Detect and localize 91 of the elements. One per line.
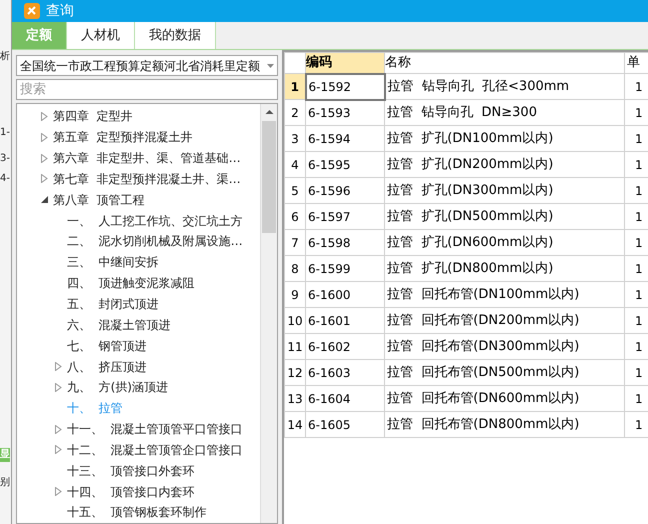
table-cell: 拉管 扩孔(DN800mm以内) — [384, 256, 624, 282]
background-text: 4- — [0, 172, 10, 186]
table-cell: 6-1596 — [306, 178, 384, 204]
table-cell: 拉管 扩孔(DN600mm以内) — [384, 230, 624, 256]
background-text: 析 — [0, 50, 10, 64]
tree-item[interactable]: 第八章 顶管工程 — [53, 190, 145, 209]
tree-item[interactable]: 一、 人工挖工作坑、交汇坑土方 — [67, 212, 243, 230]
library-dropdown[interactable]: 全国统一市政工程预算定额河北省消耗里定额 — [16, 55, 278, 76]
app-logo-icon — [24, 3, 40, 19]
table-cell: 6-1601 — [306, 308, 384, 334]
table-cell: 拉管 扩孔(DN100mm以内) — [384, 126, 624, 152]
table-cell: 6-1600 — [306, 282, 384, 308]
collapsed-triangle-icon[interactable] — [41, 174, 48, 184]
background-text: 别 — [0, 476, 10, 490]
background-text: 3- — [0, 152, 10, 166]
row-number[interactable]: 6 — [284, 204, 306, 230]
tree-item[interactable]: 十四、 顶管接口内套环 — [67, 482, 195, 501]
background-text: 1- — [0, 126, 10, 140]
collapsed-triangle-icon[interactable] — [55, 382, 62, 392]
table-cell: 拉管 回托布管(DN500mm以内) — [384, 360, 624, 386]
collapsed-triangle-icon[interactable] — [41, 112, 48, 121]
tree-item[interactable]: 八、 挤压顶进 — [67, 358, 147, 376]
table-cell: 6-1604 — [306, 386, 384, 412]
table-cell: 拉管 回托布管(DN100mm以内) — [384, 282, 624, 308]
table-cell: 6-1597 — [306, 204, 384, 230]
tree-item[interactable]: 十一、 混凝土管顶管平口管接口 — [67, 420, 243, 438]
scrollbar[interactable] — [260, 104, 277, 523]
table-cell: 拉管 回托布管(DN200mm以内) — [384, 308, 624, 334]
table-cell: 6-1595 — [306, 152, 384, 178]
row-number[interactable]: 11 — [284, 334, 306, 360]
tree-item[interactable]: 十二、 混凝土管顶管企口管接口 — [67, 440, 243, 459]
row-number[interactable]: 7 — [284, 230, 306, 256]
table-cell: 6-1594 — [306, 126, 384, 152]
row-number[interactable]: 2 — [284, 100, 306, 126]
column-header[interactable]: 名称 — [384, 52, 624, 74]
collapsed-triangle-icon[interactable] — [55, 424, 62, 434]
table-cell: 6-1593 — [306, 100, 384, 126]
table-cell: 6-1602 — [306, 334, 384, 360]
row-number[interactable]: 10 — [284, 308, 306, 334]
table-cell: 拉管 回托布管(DN300mm以内) — [384, 334, 624, 360]
expanded-triangle-icon[interactable] — [41, 196, 48, 204]
row-number[interactable]: 8 — [284, 256, 306, 282]
table-cell: 拉管 回托布管(DN800mm以内) — [384, 412, 624, 438]
tree-item[interactable]: 十三、 顶管接口外套环 — [67, 462, 195, 480]
table-cell: 拉管 扩孔(DN300mm以内) — [384, 178, 624, 204]
dropdown-caret-icon — [267, 64, 274, 68]
row-number[interactable]: 13 — [284, 386, 306, 412]
collapsed-triangle-icon[interactable] — [55, 445, 62, 454]
tree-item[interactable]: 六、 混凝土管顶进 — [67, 316, 171, 334]
table-cell: 6-1592 — [306, 74, 384, 100]
tree-item[interactable]: 第四章 定型井 — [53, 107, 133, 126]
row-number[interactable]: 4 — [284, 152, 306, 178]
table-cell: 6-1599 — [306, 256, 384, 282]
header-corner — [284, 52, 306, 74]
tree-item[interactable]: 十、 拉管 — [67, 399, 123, 418]
tree-item[interactable]: 七、 钢管顶进 — [67, 336, 147, 355]
collapsed-triangle-icon[interactable] — [55, 487, 62, 496]
search-field[interactable]: 搜索 — [16, 79, 278, 100]
column-header[interactable]: 单 — [624, 52, 648, 74]
tree-item[interactable]: 九、 方(拱)涵顶进 — [67, 378, 168, 396]
tab[interactable]: 人材机 — [67, 22, 135, 49]
row-number[interactable]: 9 — [284, 282, 306, 308]
background-text: 显 — [0, 448, 10, 462]
tree-item[interactable]: 三、 中继间安拆 — [67, 253, 159, 272]
row-number[interactable]: 1 — [284, 74, 306, 100]
row-number[interactable]: 14 — [284, 412, 306, 438]
tree-item[interactable]: 第七章 非定型预拌混凝土井、渠… — [53, 170, 241, 188]
table-cell: 拉管 钻导向孔 DN≥300 — [384, 100, 624, 126]
table-cell: 拉管 回托布管(DN600mm以内) — [384, 386, 624, 412]
collapsed-triangle-icon[interactable] — [55, 362, 62, 372]
table-cell: 拉管 扩孔(DN500mm以内) — [384, 204, 624, 230]
row-number[interactable]: 3 — [284, 126, 306, 152]
row-number[interactable]: 5 — [284, 178, 306, 204]
tree-item[interactable]: 二、 泥水切削机械及附属设施… — [67, 232, 243, 250]
collapsed-triangle-icon[interactable] — [41, 154, 48, 163]
table-cell: 拉管 钻导向孔 孔径<300mm — [384, 74, 624, 100]
tree-item[interactable]: 第六章 非定型井、渠、管道基础… — [53, 149, 241, 168]
table-cell: 6-1603 — [306, 360, 384, 386]
tab[interactable]: 我的数据 — [135, 22, 216, 49]
tree-item[interactable]: 四、 顶进触变泥浆减阻 — [67, 274, 195, 292]
table-cell: 6-1598 — [306, 230, 384, 256]
table-cell: 拉管 扩孔(DN200mm以内) — [384, 152, 624, 178]
column-header[interactable]: 编码 — [306, 52, 384, 74]
collapsed-triangle-icon[interactable] — [41, 132, 48, 142]
scrollbar-thumb[interactable] — [262, 121, 276, 233]
window-title: 查询 — [46, 2, 74, 20]
tree-item[interactable]: 第五章 定型预拌混凝土井 — [53, 128, 193, 146]
tree-item[interactable]: 十五、 顶管钢板套环制作 — [67, 503, 207, 522]
row-number[interactable]: 12 — [284, 360, 306, 386]
tree-item[interactable]: 五、 封闭式顶进 — [67, 295, 159, 314]
table-cell: 6-1605 — [306, 412, 384, 438]
